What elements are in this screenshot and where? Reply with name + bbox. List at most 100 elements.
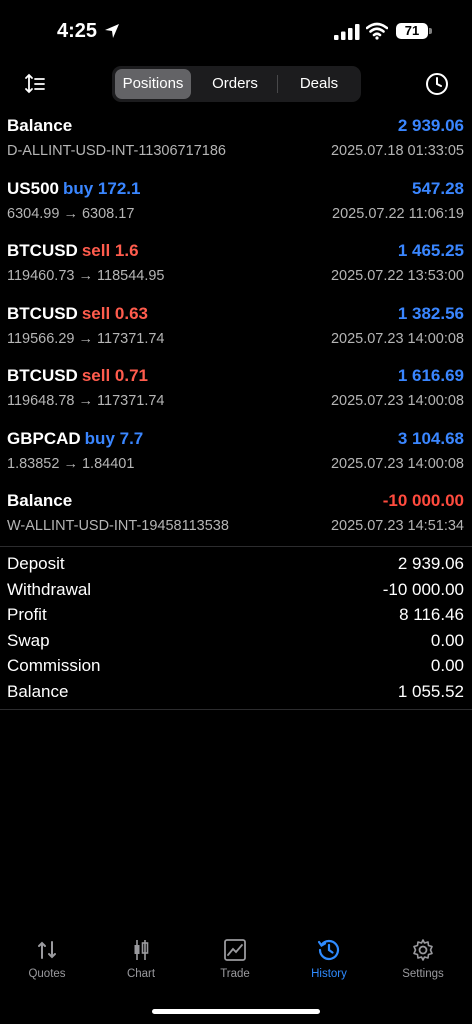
- deal-detail: 119648.78 → 117371.74: [7, 393, 165, 409]
- deal-title: US500 buy 172.1: [7, 179, 140, 199]
- summary-divider-bottom: [0, 709, 472, 710]
- deal-date: 2025.07.22 13:53:00: [330, 268, 464, 284]
- tab-settings[interactable]: Settings: [376, 938, 470, 980]
- tab-label: Trade: [220, 968, 250, 980]
- deal-amount: 2 939.06: [397, 116, 464, 135]
- deal-title: GBPCAD buy 7.7: [7, 429, 143, 449]
- list-item[interactable]: BTCUSD sell 0.71 1 616.69 119648.78 → 117…: [0, 362, 472, 425]
- trade-chart-icon: [224, 939, 246, 961]
- summary-value: -10 000.00: [382, 579, 464, 599]
- tab-trade[interactable]: Trade: [188, 938, 282, 980]
- deal-amount: 1 465.25: [397, 241, 464, 260]
- tab-chart[interactable]: Chart: [94, 938, 188, 980]
- tab-positions[interactable]: Positions: [115, 69, 191, 99]
- deal-title: BTCUSD sell 0.63: [7, 304, 148, 324]
- deal-date: 2025.07.18 01:33:05: [330, 143, 464, 159]
- tab-label: History: [311, 968, 347, 980]
- candlestick-icon: [134, 940, 149, 960]
- clock-icon[interactable]: [425, 72, 449, 96]
- list-item[interactable]: Balance 2 939.06 D-ALLINT-USD-INT-113067…: [0, 112, 472, 175]
- deal-title: BTCUSD sell 0.71: [7, 366, 148, 386]
- deal-symbol: BTCUSD: [7, 241, 78, 260]
- deal-symbol: BTCUSD: [7, 303, 78, 323]
- tab-label: Settings: [402, 968, 444, 980]
- summary-label: Swap: [7, 630, 50, 650]
- deal-amount: 1 616.69: [397, 366, 464, 385]
- tab-history[interactable]: History: [282, 938, 376, 980]
- summary-value: 0.00: [430, 656, 464, 676]
- summary-label: Balance: [7, 681, 69, 701]
- summary-label: Deposit: [7, 554, 65, 573]
- deal-title: Balance: [7, 116, 72, 136]
- summary-label: Profit: [7, 605, 47, 625]
- gear-icon: [413, 939, 433, 961]
- tab-label: Chart: [126, 968, 156, 980]
- summary-row-swap: Swap 0.00: [0, 629, 472, 655]
- deal-detail: 119566.29 → 117371.74: [7, 330, 165, 347]
- deal-symbol: Balance: [7, 491, 73, 510]
- history-icon: [317, 939, 340, 961]
- home-indicator: [152, 1009, 320, 1014]
- deal-side: buy 7.7: [84, 428, 144, 448]
- wifi-icon: [366, 22, 388, 40]
- bottom-tab-bar: Quotes Chart Trade History Settings: [0, 938, 472, 998]
- deal-symbol: BTCUSD: [7, 366, 78, 385]
- battery-icon: 71: [396, 23, 428, 39]
- deal-symbol: Balance: [7, 116, 73, 135]
- list-item[interactable]: BTCUSD sell 1.6 1 465.25 119460.73 → 1185…: [0, 237, 472, 300]
- deal-date: 2025.07.23 14:00:08: [330, 455, 464, 472]
- deal-side: sell 0.71: [81, 366, 149, 385]
- history-toolbar: Positions Orders Deals: [0, 66, 472, 102]
- summary-divider-top: [0, 546, 472, 547]
- sort-icon[interactable]: [23, 72, 47, 96]
- battery-tip: [429, 28, 432, 34]
- deals-list: Balance 2 939.06 D-ALLINT-USD-INT-113067…: [0, 112, 472, 550]
- list-item[interactable]: Balance -10 000.00 W-ALLINT-USD-INT-1945…: [0, 487, 472, 550]
- cellular-signal-icon: [334, 24, 360, 40]
- summary-row-withdrawal: Withdrawal -10 000.00: [0, 578, 472, 604]
- deal-side: buy 172.1: [62, 178, 141, 198]
- tab-deals[interactable]: Deals: [278, 69, 360, 99]
- summary-row-deposit: Deposit 2 939.06: [0, 552, 472, 578]
- summary-row-commission: Commission 0.00: [0, 654, 472, 680]
- deal-amount: 3 104.68: [397, 428, 464, 448]
- deal-detail: D-ALLINT-USD-INT-11306717186: [7, 143, 226, 159]
- status-bar: 4:25 71: [0, 0, 472, 60]
- tab-quotes[interactable]: Quotes: [0, 938, 94, 980]
- deal-date: 2025.07.23 14:00:08: [330, 393, 464, 409]
- deal-amount: 1 382.56: [397, 303, 464, 323]
- deal-side: sell 1.6: [81, 241, 139, 260]
- deal-symbol: GBPCAD: [7, 428, 81, 448]
- deal-detail: 1.83852 → 1.84401: [7, 455, 135, 472]
- summary-value: 2 939.06: [397, 554, 464, 573]
- list-item[interactable]: US500 buy 172.1 547.28 6304.99 → 6308.17 …: [0, 175, 472, 238]
- deal-amount: -10 000.00: [382, 491, 464, 510]
- deal-title: BTCUSD sell 1.6: [7, 241, 139, 261]
- deal-detail: 6304.99 → 6308.17: [7, 205, 135, 222]
- summary-value: 8 116.46: [399, 605, 464, 625]
- summary-row-balance: Balance 1 055.52: [0, 680, 472, 706]
- deal-title: Balance: [7, 491, 72, 511]
- tab-label: Quotes: [28, 968, 66, 980]
- summary-value: 1 055.52: [397, 681, 464, 701]
- summary-row-profit: Profit 8 116.46: [0, 603, 472, 629]
- summary-label: Commission: [7, 656, 101, 676]
- deal-date: 2025.07.22 11:06:19: [332, 205, 464, 222]
- summary-label: Withdrawal: [7, 579, 92, 599]
- deal-amount: 547.28: [412, 178, 464, 198]
- deal-side: sell 0.63: [81, 303, 149, 323]
- quotes-icon: [38, 941, 56, 959]
- list-item[interactable]: BTCUSD sell 0.63 1 382.56 119566.29 → 117…: [0, 300, 472, 363]
- deal-detail: W-ALLINT-USD-INT-19458113538: [7, 518, 229, 534]
- location-arrow-icon: [105, 24, 119, 38]
- deal-date: 2025.07.23 14:51:34: [330, 518, 464, 534]
- deal-date: 2025.07.23 14:00:08: [330, 330, 464, 347]
- summary-value: 0.00: [430, 630, 464, 650]
- deal-symbol: US500: [7, 178, 59, 198]
- view-segmented-control: Positions Orders Deals: [112, 66, 361, 102]
- history-summary: Deposit 2 939.06 Withdrawal -10 000.00 P…: [0, 552, 472, 706]
- deal-detail: 119460.73 → 118544.95: [7, 268, 165, 284]
- status-time: 4:25: [57, 20, 98, 42]
- tab-orders[interactable]: Orders: [194, 69, 276, 99]
- list-item[interactable]: GBPCAD buy 7.7 3 104.68 1.83852 → 1.84401…: [0, 425, 472, 488]
